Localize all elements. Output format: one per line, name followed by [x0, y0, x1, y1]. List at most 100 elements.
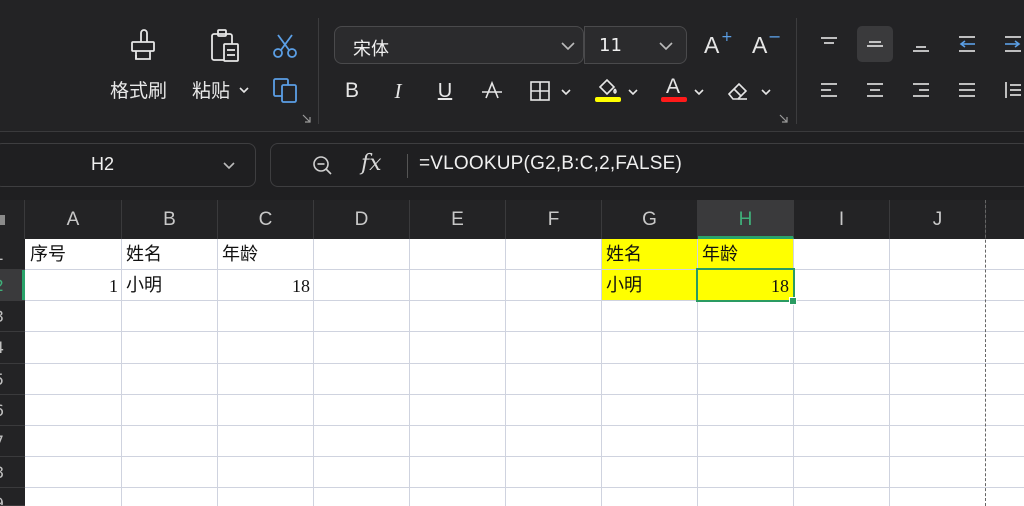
borders-icon [530, 81, 550, 101]
font-name-select[interactable]: 宋体 [334, 26, 584, 64]
name-box[interactable]: H2 [0, 143, 256, 187]
align-middle-button[interactable] [857, 26, 893, 62]
font-dialog-launcher-icon[interactable] [779, 114, 788, 123]
column-header-row: A B C D E F G H I J [0, 200, 1024, 239]
paste-label: 粘贴 [192, 80, 231, 102]
page-break-line [985, 200, 986, 506]
borders-button[interactable] [525, 76, 555, 106]
font-color-icon: A [665, 75, 680, 98]
row-header-6[interactable]: 6 [0, 395, 25, 426]
scissors-icon[interactable] [271, 32, 299, 60]
distributed-align-button[interactable] [995, 72, 1024, 108]
align-middle-icon [867, 41, 883, 47]
chevron-down-icon[interactable] [760, 86, 772, 98]
cell-a1[interactable]: 序号 [30, 240, 66, 270]
name-box-value: H2 [91, 154, 115, 174]
formula-input[interactable]: =VLOOKUP(G2,B:C,2,FALSE) [419, 153, 682, 175]
gridline [601, 239, 602, 506]
column-header-f[interactable]: F [506, 200, 602, 239]
gridline [121, 239, 122, 506]
cell-g1[interactable]: 姓名 [606, 240, 642, 270]
zoom-search-icon[interactable] [311, 154, 333, 176]
row-header-1[interactable]: 1 [0, 239, 25, 270]
column-header-i[interactable]: I [794, 200, 890, 239]
column-header-e[interactable]: E [410, 200, 506, 239]
column-header-b[interactable]: B [122, 200, 218, 239]
chevron-down-icon[interactable] [221, 158, 237, 174]
justify-button[interactable] [949, 72, 985, 108]
decrease-font-button[interactable]: A − [750, 27, 782, 62]
font-size-value: 11 [599, 35, 622, 56]
ribbon-separator [796, 18, 797, 124]
column-header-k[interactable] [986, 200, 1024, 239]
column-header-g[interactable]: G [602, 200, 698, 239]
paste-icon [211, 29, 239, 62]
decrease-font-icon: A [752, 32, 768, 58]
bold-button[interactable]: B [337, 76, 367, 106]
increase-indent-button[interactable] [995, 26, 1024, 62]
gridline [313, 239, 314, 506]
clipboard-dialog-launcher-icon[interactable] [302, 114, 311, 123]
gridline [25, 300, 1024, 301]
minus-icon: − [768, 27, 782, 46]
fill-handle[interactable] [789, 297, 797, 305]
insert-function-button[interactable]: fx [361, 151, 382, 176]
cell-g2[interactable]: 小明 [606, 271, 642, 301]
formula-bar: H2 fx =VLOOKUP(G2,B:C,2,FALSE) [0, 133, 1024, 199]
column-header-d[interactable]: D [314, 200, 410, 239]
italic-icon: I [394, 78, 402, 103]
chevron-down-icon[interactable] [560, 86, 572, 98]
paste-button[interactable]: 粘贴 [190, 26, 260, 106]
strikethrough-icon [482, 80, 502, 99]
chevron-down-icon [659, 42, 673, 51]
column-header-h[interactable]: H [698, 200, 794, 239]
row-header-3[interactable]: 3 [0, 301, 25, 332]
cell-c2[interactable]: 18 [218, 271, 310, 301]
font-color-swatch [661, 97, 687, 102]
row-header-2[interactable]: 2 [0, 270, 25, 301]
justify-icon [959, 83, 975, 97]
eraser-icon [727, 82, 748, 100]
clear-format-button[interactable] [723, 76, 753, 106]
cell-h1[interactable]: 年龄 [702, 240, 738, 270]
row-header-8[interactable]: 8 [0, 457, 25, 488]
gridline [25, 425, 1024, 426]
gridline [889, 239, 890, 506]
copy-icon[interactable] [271, 76, 299, 104]
row-header-7[interactable]: 7 [0, 426, 25, 457]
row-header-9[interactable]: 9 [0, 488, 25, 506]
align-bottom-button[interactable] [903, 26, 939, 62]
italic-button[interactable]: I [383, 76, 413, 106]
cell-c1[interactable]: 年龄 [222, 240, 258, 270]
column-header-a[interactable]: A [25, 200, 122, 239]
column-header-j[interactable]: J [890, 200, 986, 239]
chevron-down-icon[interactable] [627, 86, 639, 98]
decrease-indent-button[interactable] [949, 26, 985, 62]
row-header-4[interactable]: 4 [0, 332, 25, 364]
chevron-down-icon[interactable] [693, 86, 705, 98]
formula-box[interactable]: fx =VLOOKUP(G2,B:C,2,FALSE) [270, 143, 1024, 187]
select-all-corner[interactable] [0, 200, 25, 239]
align-right-button[interactable] [903, 72, 939, 108]
increase-font-button[interactable]: A + [702, 29, 734, 62]
cell-b2[interactable]: 小明 [126, 271, 162, 301]
font-size-select[interactable]: 11 [585, 26, 687, 64]
gridline [409, 239, 410, 506]
gridline [25, 269, 1024, 270]
align-center-button[interactable] [857, 72, 893, 108]
strikethrough-button[interactable] [477, 76, 507, 106]
chevron-down-icon[interactable] [238, 84, 250, 96]
font-name-value: 宋体 [353, 39, 389, 60]
row-header-5[interactable]: 5 [0, 364, 25, 395]
gridline [505, 239, 506, 506]
align-top-button[interactable] [811, 26, 847, 62]
format-painter-button[interactable]: 格式刷 [104, 26, 184, 106]
cell-b1[interactable]: 姓名 [126, 240, 162, 270]
underline-button[interactable]: U [430, 76, 460, 106]
column-header-c[interactable]: C [218, 200, 314, 239]
align-left-button[interactable] [811, 72, 847, 108]
cell-a2[interactable]: 1 [26, 271, 118, 301]
plus-icon: + [721, 29, 733, 45]
align-right-icon [913, 83, 929, 97]
format-painter-icon [131, 29, 155, 60]
